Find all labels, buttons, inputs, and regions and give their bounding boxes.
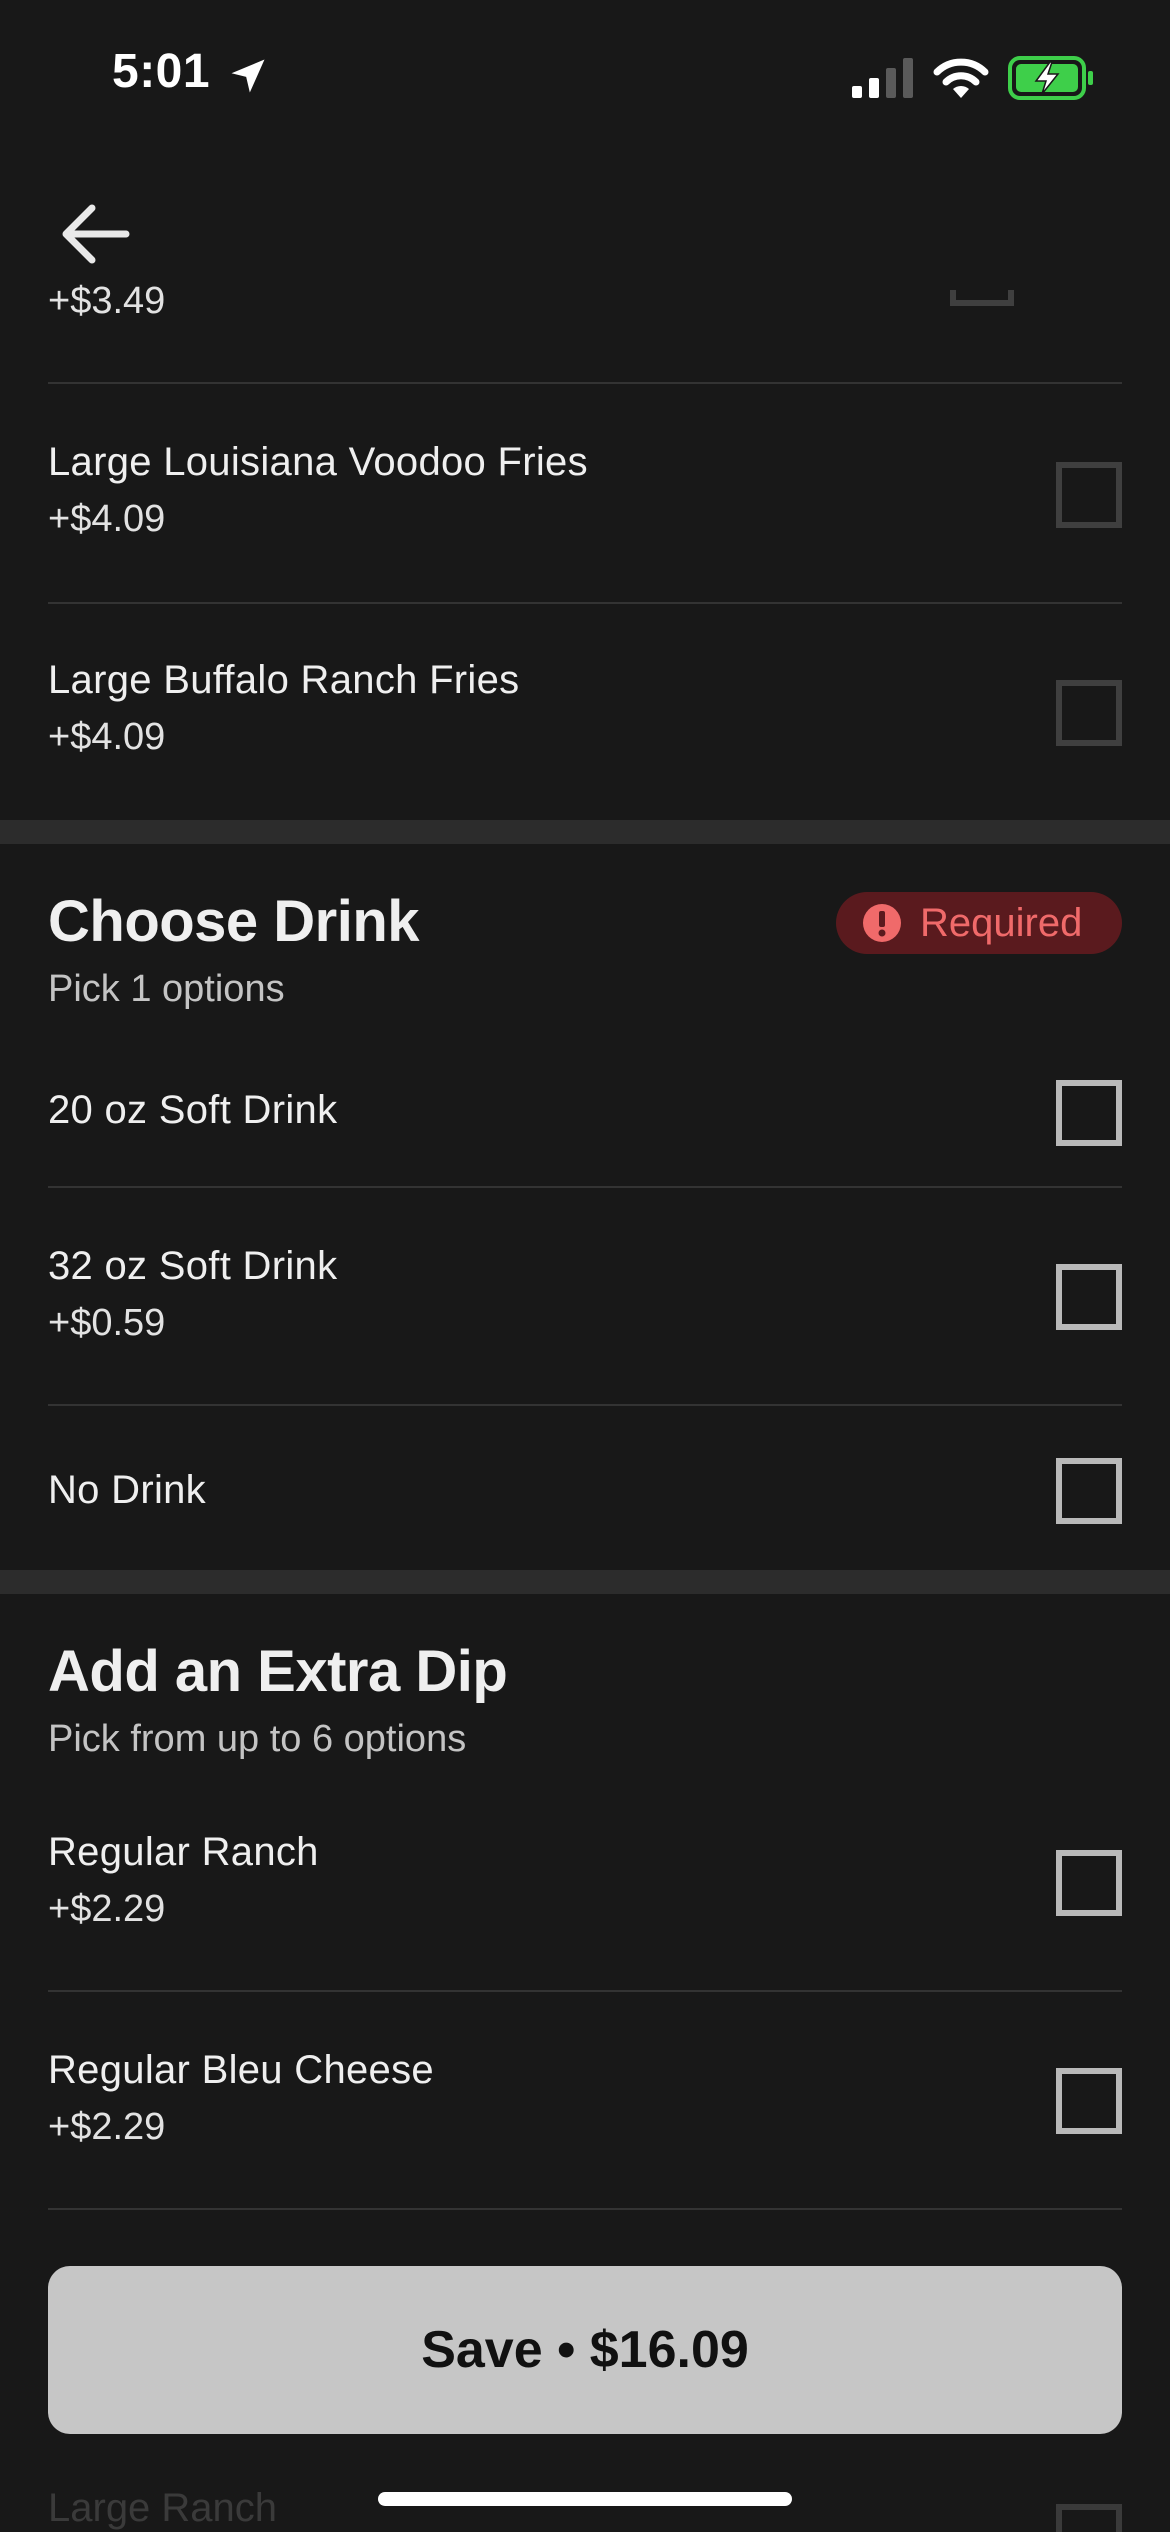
option-checkbox[interactable] bbox=[1056, 1458, 1122, 1524]
option-price: +$3.49 bbox=[48, 280, 166, 322]
section-separator bbox=[0, 820, 1170, 844]
divider bbox=[48, 1990, 1122, 1992]
divider bbox=[48, 382, 1122, 384]
section-subtitle-drink: Pick 1 options bbox=[48, 968, 285, 1010]
option-checkbox[interactable] bbox=[1056, 1264, 1122, 1330]
item-customization-screen: 5:01 +$3.49 Large Louisiana Voodoo Fries… bbox=[0, 0, 1170, 2532]
option-price: +$2.29 bbox=[48, 2106, 166, 2148]
wifi-icon bbox=[933, 58, 989, 98]
option-name: Large Louisiana Voodoo Fries bbox=[48, 440, 588, 484]
option-checkbox[interactable] bbox=[1056, 680, 1122, 746]
divider bbox=[48, 1404, 1122, 1406]
option-name-peek: Large Ranch bbox=[48, 2486, 278, 2530]
section-title-drink: Choose Drink bbox=[48, 889, 420, 954]
option-name: Regular Ranch bbox=[48, 1830, 319, 1874]
option-checkbox-peek[interactable] bbox=[1056, 2504, 1122, 2532]
option-price: +$0.59 bbox=[48, 1302, 166, 1344]
option-checkbox[interactable] bbox=[1056, 1080, 1122, 1146]
checkbox-partial[interactable] bbox=[950, 290, 1014, 306]
home-indicator[interactable] bbox=[378, 2492, 792, 2506]
location-arrow-icon bbox=[231, 59, 265, 93]
option-name: 20 oz Soft Drink bbox=[48, 1088, 338, 1132]
save-button[interactable]: Save • $16.09 bbox=[48, 2266, 1122, 2434]
save-button-label: Save • $16.09 bbox=[421, 2321, 749, 2379]
option-row[interactable]: Regular Bleu Cheese +$2.29 bbox=[48, 2048, 1122, 2158]
option-row[interactable]: Regular Ranch +$2.29 bbox=[48, 1830, 1122, 1940]
option-row[interactable]: 32 oz Soft Drink +$0.59 bbox=[48, 1244, 1122, 1354]
option-row[interactable]: Large Buffalo Ranch Fries +$4.09 bbox=[48, 658, 1122, 768]
option-name: 32 oz Soft Drink bbox=[48, 1244, 338, 1288]
divider bbox=[48, 2208, 1122, 2210]
option-checkbox[interactable] bbox=[1056, 2068, 1122, 2134]
option-checkbox[interactable] bbox=[1056, 1850, 1122, 1916]
status-bar: 5:01 bbox=[0, 0, 1170, 150]
signal-icon bbox=[852, 58, 913, 98]
battery-charging-icon bbox=[1008, 56, 1093, 100]
back-arrow-icon[interactable] bbox=[56, 196, 136, 272]
required-badge: Required bbox=[836, 892, 1122, 954]
divider bbox=[48, 602, 1122, 604]
required-badge-label: Required bbox=[920, 900, 1083, 945]
option-checkbox[interactable] bbox=[1056, 462, 1122, 528]
option-name: Regular Bleu Cheese bbox=[48, 2048, 434, 2092]
option-row[interactable]: No Drink bbox=[48, 1458, 1122, 1538]
option-name: No Drink bbox=[48, 1468, 206, 1512]
section-title-dip: Add an Extra Dip bbox=[48, 1639, 508, 1704]
option-row[interactable]: 20 oz Soft Drink bbox=[48, 1080, 1122, 1160]
option-price: +$4.09 bbox=[48, 716, 166, 758]
option-name: Large Buffalo Ranch Fries bbox=[48, 658, 520, 702]
divider bbox=[48, 1186, 1122, 1188]
option-row[interactable]: Large Louisiana Voodoo Fries +$4.09 bbox=[48, 440, 1122, 550]
status-time: 5:01 bbox=[112, 45, 211, 98]
section-separator bbox=[0, 1570, 1170, 1594]
option-price: +$2.29 bbox=[48, 1888, 166, 1930]
alert-icon bbox=[863, 904, 901, 942]
section-subtitle-dip: Pick from up to 6 options bbox=[48, 1718, 467, 1760]
option-price: +$4.09 bbox=[48, 498, 166, 540]
